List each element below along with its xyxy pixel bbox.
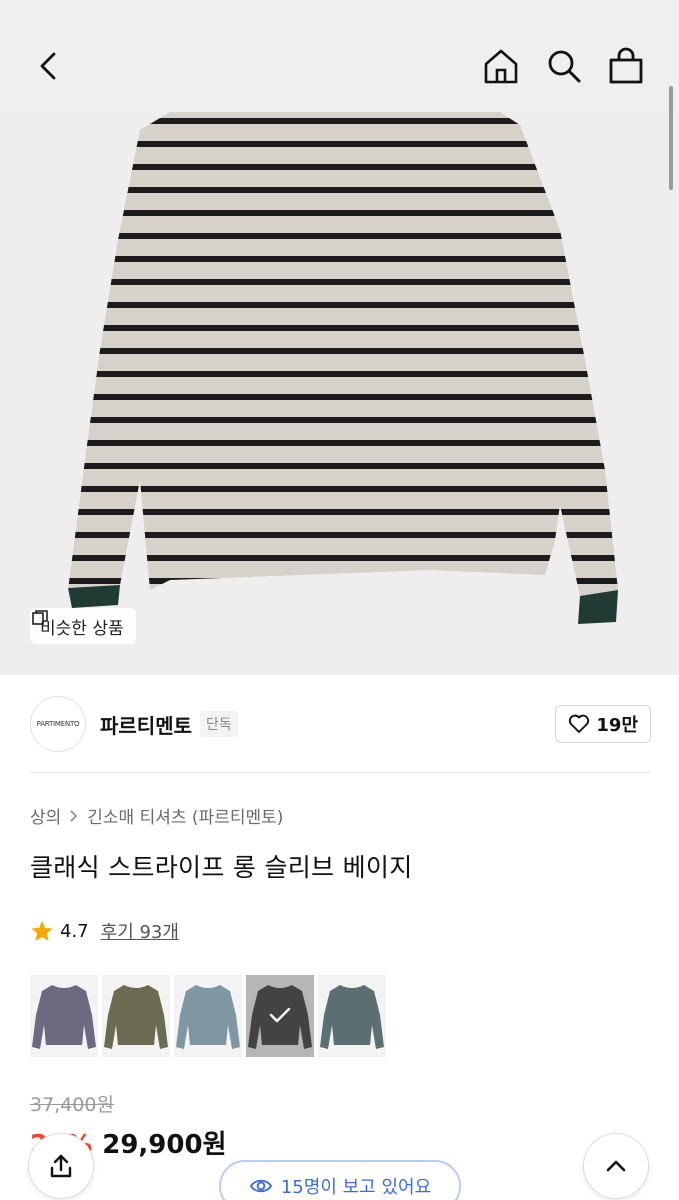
color-swatch-charcoal[interactable] (246, 975, 314, 1057)
heart-icon (569, 714, 590, 733)
swatch-shirt-thumbnail (32, 985, 96, 1049)
brand-name[interactable]: 파르티멘토 (100, 710, 192, 739)
home-icon[interactable] (481, 46, 521, 86)
color-swatch-teal-grey[interactable] (318, 975, 386, 1057)
chevron-up-icon (606, 1160, 626, 1172)
similar-products-chip[interactable]: 비슷한 상품 (30, 608, 136, 644)
check-icon (269, 1007, 291, 1023)
swatch-shirt-thumbnail (104, 985, 168, 1049)
share-button[interactable] (28, 1133, 94, 1199)
search-icon[interactable] (544, 46, 584, 86)
product-title: 클래식 스트라이프 롱 슬리브 베이지 (30, 853, 413, 882)
color-swatch-purple-grey[interactable] (30, 975, 98, 1057)
breadcrumb-category[interactable]: 상의 (30, 803, 61, 828)
shopping-bag-icon[interactable] (606, 46, 646, 86)
sale-price: 29,900원 (102, 1130, 227, 1160)
eye-icon (249, 1179, 272, 1193)
rating-score: 4.7 (60, 920, 89, 942)
divider (30, 772, 651, 773)
breadcrumb: 상의 긴소매 티셔츠 (파르티멘토) (30, 803, 283, 828)
brand-logo-text: PARTIMENTO (36, 720, 80, 728)
reviews-link[interactable]: 후기 93개 (101, 918, 179, 944)
chevron-left-icon[interactable] (30, 46, 70, 86)
scroll-to-top-button[interactable] (583, 1133, 649, 1199)
viewers-text: 15명이 보고 있어요 (280, 1177, 432, 1198)
breadcrumb-subcategory[interactable]: 긴소매 티셔츠 (파르티멘토) (87, 803, 283, 828)
brand-like-button[interactable]: 19만 (555, 705, 651, 743)
original-price: 37,400원 (30, 1094, 114, 1116)
color-swatches (30, 975, 386, 1057)
similar-products-label: 비슷한 상품 (40, 618, 124, 639)
brand-logo[interactable]: PARTIMENTO (30, 696, 86, 752)
swatch-shirt-thumbnail (320, 985, 384, 1049)
color-swatch-blue-grey[interactable] (174, 975, 242, 1057)
similar-icon (32, 610, 48, 625)
top-navigation-bar (0, 0, 679, 112)
brand-row: PARTIMENTO 파르티멘토 단독 19만 (30, 694, 651, 754)
share-icon (50, 1154, 72, 1178)
brand-like-count: 19만 (596, 715, 638, 736)
star-icon (31, 921, 53, 941)
exclusive-badge: 단독 (200, 711, 238, 737)
viewers-indicator: 15명이 보고 있어요 (219, 1160, 461, 1200)
color-swatch-olive[interactable] (102, 975, 170, 1057)
scrollbar[interactable] (669, 86, 673, 190)
swatch-shirt-thumbnail (176, 985, 240, 1049)
chevron-right-icon (70, 809, 78, 822)
rating-row: 4.7 후기 93개 (30, 918, 179, 944)
